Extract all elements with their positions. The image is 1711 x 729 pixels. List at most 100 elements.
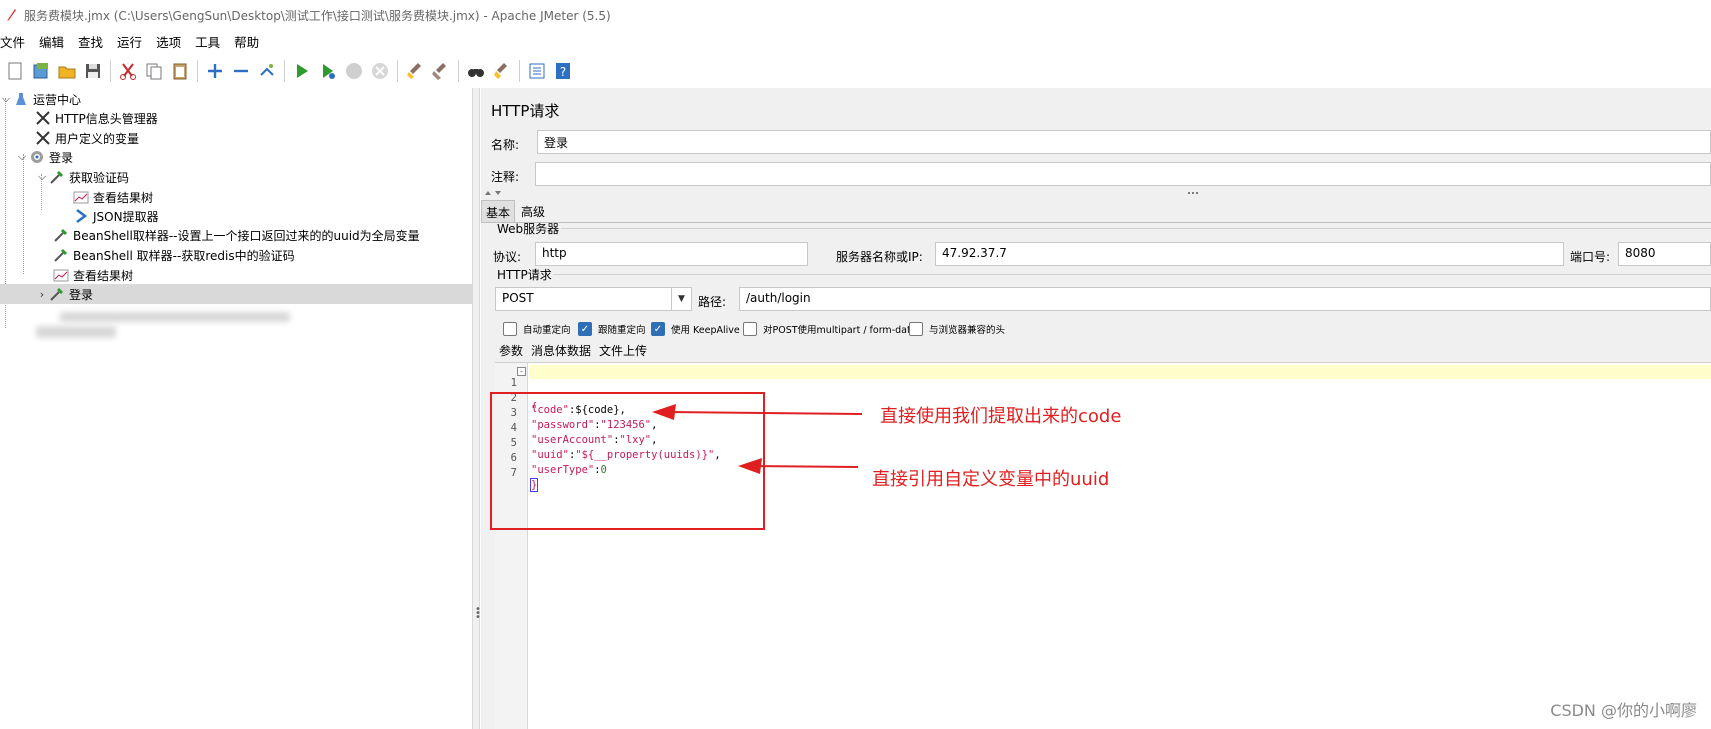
chevron-down-icon[interactable]: ⌵ — [36, 170, 48, 183]
extractor-arrow-icon — [72, 207, 90, 225]
search-icon[interactable] — [464, 59, 488, 83]
checkbox-label: 对POST使用multipart / form-data — [763, 325, 917, 336]
chevron-down-icon[interactable]: ⌵ — [0, 92, 12, 105]
menu-run[interactable]: 运行 — [117, 32, 150, 51]
tree-item-test-plan[interactable]: ⌵ 运营中心 — [0, 89, 81, 109]
tree-item-view-results-2[interactable]: 查看结果树 — [52, 265, 133, 285]
comment-field[interactable] — [535, 162, 1711, 186]
server-field[interactable]: 47.92.37.7 — [935, 242, 1564, 266]
protocol-field[interactable]: http — [535, 242, 808, 266]
checkbox-follow-redirects[interactable]: ✓ 跟随重定向 — [578, 322, 646, 336]
tab-parameters[interactable]: 参数 — [499, 342, 523, 359]
menu-options[interactable]: 选项 — [156, 32, 189, 51]
toolbar: ? — [0, 54, 1711, 88]
checkbox-box[interactable] — [503, 322, 517, 336]
sampler-pipette-icon — [48, 168, 66, 186]
tree-item-label: 查看结果树 — [93, 190, 154, 205]
menu-tools[interactable]: 工具 — [195, 32, 228, 51]
new-icon[interactable] — [3, 59, 27, 83]
checkbox-auto-redirect[interactable]: 自动重定向 — [503, 322, 571, 336]
start-no-pauses-icon[interactable] — [316, 59, 340, 83]
clear-icon[interactable] — [403, 59, 427, 83]
toolbar-separator — [519, 60, 520, 82]
checkbox-multipart[interactable]: 对POST使用multipart / form-data — [743, 322, 917, 336]
code-annotation-text: 直接使用我们提取出来的code — [880, 406, 1122, 427]
tree-item-label: 查看结果树 — [73, 268, 134, 283]
config-tabs: 基本 高级 — [481, 200, 551, 222]
checkbox-keepalive[interactable]: ✓ 使用 KeepAlive — [651, 322, 740, 336]
chevron-down-icon[interactable]: ▼ — [671, 288, 691, 310]
sampler-pipette-icon — [48, 285, 66, 303]
tree-item-label: 获取验证码 — [69, 170, 130, 185]
tree-item-view-results-1[interactable]: 查看结果树 — [72, 187, 153, 207]
test-plan-tree: ⌵ 运营中心 HTTP信息头管理器 用户定义的变量 ⌵ 登录 ⌵ 获取验证码 查… — [0, 88, 472, 729]
body-tabs: 参数 消息体数据 文件上传 — [499, 342, 655, 359]
svg-text:?: ? — [560, 65, 566, 79]
tree-item-label: 登录 — [49, 150, 74, 165]
expand-icon[interactable] — [203, 59, 227, 83]
clear-all-icon[interactable] — [429, 59, 453, 83]
shutdown-icon[interactable] — [368, 59, 392, 83]
toggle-icon[interactable] — [255, 59, 279, 83]
collapse-icon[interactable] — [229, 59, 253, 83]
thread-group-gear-icon — [28, 148, 46, 166]
port-field[interactable]: 8080 — [1618, 242, 1711, 266]
name-field[interactable]: 登录 — [537, 130, 1711, 154]
stop-icon[interactable] — [342, 59, 366, 83]
paste-icon[interactable] — [168, 59, 192, 83]
checkbox-browser-compatible[interactable]: 与浏览器兼容的头 — [909, 322, 1005, 336]
method-select[interactable]: POST ▼ — [495, 287, 692, 311]
menu-search[interactable]: 查找 — [78, 32, 111, 51]
check-icon[interactable]: ✓ — [651, 322, 665, 336]
tab-file-upload[interactable]: 文件上传 — [599, 342, 647, 359]
annotation-highlight-box — [490, 392, 765, 530]
path-field[interactable]: /auth/login — [739, 287, 1711, 311]
tree-guide-line — [23, 154, 24, 274]
tab-basic[interactable]: 基本 — [481, 200, 516, 222]
copy-icon[interactable] — [142, 59, 166, 83]
menu-file[interactable]: 文件 — [0, 32, 33, 51]
tree-item-get-captcha[interactable]: ⌵ 获取验证码 — [36, 167, 129, 187]
reset-search-icon[interactable] — [490, 59, 514, 83]
server-label: 服务器名称或IP: — [836, 250, 923, 264]
collapse-divider[interactable] — [481, 190, 1711, 196]
open-icon[interactable] — [55, 59, 79, 83]
current-line-highlight — [529, 365, 1711, 379]
start-icon[interactable] — [290, 59, 314, 83]
checkbox-box[interactable] — [909, 322, 923, 336]
toolbar-separator — [458, 60, 459, 82]
help-icon[interactable]: ? — [551, 59, 575, 83]
fold-minus-icon[interactable]: - — [517, 367, 526, 376]
panel-splitter[interactable]: • • • — [472, 88, 481, 729]
group-divider — [561, 228, 1711, 229]
tree-item-beanshell-redis[interactable]: BeanShell 取样器--获取redis中的验证码 — [52, 245, 295, 265]
menu-edit[interactable]: 编辑 — [39, 32, 72, 51]
save-icon[interactable] — [81, 59, 105, 83]
chevron-right-icon[interactable]: › — [36, 288, 48, 301]
uuid-annotation-text: 直接引用自定义变量中的uuid — [872, 469, 1110, 490]
tree-item-label: 登录 — [69, 287, 94, 302]
function-helper-icon[interactable] — [525, 59, 549, 83]
tree-item-label: BeanShell 取样器--获取redis中的验证码 — [73, 248, 295, 263]
test-plan-icon — [12, 90, 30, 108]
tab-advanced[interactable]: 高级 — [517, 200, 549, 222]
config-wrench-icon — [34, 129, 52, 147]
tree-item-login-selected[interactable]: › 登录 — [0, 284, 472, 304]
protocol-label: 协议: — [493, 250, 522, 264]
tab-body-data[interactable]: 消息体数据 — [531, 342, 591, 359]
menu-help[interactable]: 帮助 — [234, 32, 267, 51]
checkbox-box[interactable] — [743, 322, 757, 336]
tree-item-thread-group[interactable]: ⌵ 登录 — [16, 147, 73, 167]
templates-icon[interactable] — [29, 59, 53, 83]
tree-item-label: 运营中心 — [33, 92, 82, 107]
check-icon[interactable]: ✓ — [578, 322, 592, 336]
listener-chart-icon — [72, 188, 90, 206]
tree-item-user-variables[interactable]: 用户定义的变量 — [34, 128, 139, 148]
checkbox-label: 使用 KeepAlive — [671, 325, 740, 336]
tree-item-beanshell-uuid[interactable]: BeanShell取样器--设置上一个接口返回过来的的uuid为全局变量 — [52, 225, 420, 245]
cut-icon[interactable] — [116, 59, 140, 83]
tree-item-header-manager[interactable]: HTTP信息头管理器 — [34, 108, 158, 128]
tree-item-json-extractor[interactable]: JSON提取器 — [72, 206, 159, 226]
window-title: 服务费模块.jmx (C:\Users\GengSun\Desktop\测试工作… — [24, 8, 611, 23]
chevron-down-icon[interactable]: ⌵ — [16, 150, 28, 163]
